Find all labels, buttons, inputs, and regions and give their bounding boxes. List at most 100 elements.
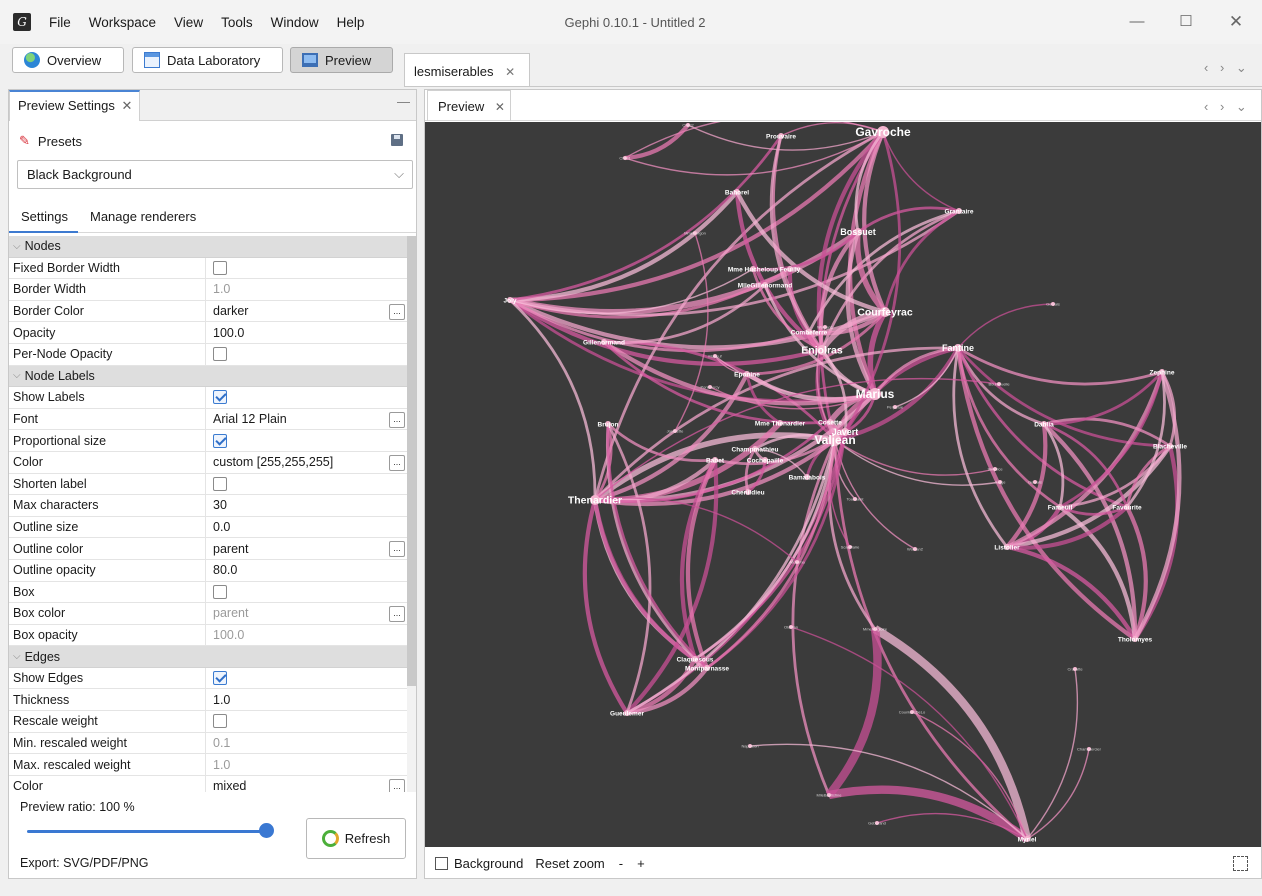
- preview-ratio-slider[interactable]: [27, 830, 267, 833]
- preview-ratio-slider-thumb[interactable]: [259, 823, 274, 838]
- property-checkbox[interactable]: [213, 671, 227, 686]
- zoom-out-button[interactable]: -: [619, 856, 623, 871]
- graph-node-label: Cravatte: [1067, 666, 1083, 671]
- network-graph[interactable]: Gavroche Prouvaire Child2 Child1 Bahorel Gran…: [425, 122, 1261, 847]
- menu-file[interactable]: File: [40, 14, 80, 32]
- preset-select[interactable]: Black Background ⌵: [17, 160, 413, 189]
- property-value[interactable]: parent: [206, 538, 248, 559]
- graph-node-label: Courfeyrac: [857, 307, 913, 319]
- ellipsis-button[interactable]: ...: [389, 454, 405, 471]
- property-checkbox-cell[interactable]: [206, 711, 227, 732]
- property-value[interactable]: Arial 12 Plain: [206, 409, 287, 430]
- graph-node-label: Eponine: [734, 371, 760, 378]
- category-nodes[interactable]: ⌵ Nodes: [9, 236, 407, 258]
- menu-workspace[interactable]: Workspace: [80, 14, 165, 32]
- property-value[interactable]: 80.0: [206, 560, 237, 581]
- property-value[interactable]: 100.0: [206, 322, 244, 343]
- graph-node-label: Gillenormand: [583, 339, 625, 346]
- workspace-nav-arrows[interactable]: ‹ › ⌄: [1204, 60, 1251, 76]
- gephi-logo-icon: G: [13, 13, 31, 31]
- property-checkbox[interactable]: [213, 390, 227, 405]
- tab-preview[interactable]: Preview ✕: [427, 90, 511, 121]
- export-label[interactable]: Export: SVG/PDF/PNG: [20, 856, 149, 870]
- refresh-button[interactable]: Refresh: [306, 818, 406, 859]
- category-edges[interactable]: ⌵ Edges: [9, 646, 407, 668]
- property-checkbox-cell[interactable]: [206, 344, 227, 365]
- property-checkbox-cell[interactable]: [206, 387, 227, 408]
- menu-tools[interactable]: Tools: [212, 14, 262, 32]
- property-name: Box: [9, 581, 206, 603]
- preview-canvas[interactable]: Gavroche Prouvaire Child2 Child1 Bahorel Gran…: [425, 122, 1261, 847]
- property-scrollbar[interactable]: [407, 236, 416, 792]
- preview-settings-close-icon[interactable]: ✕: [121, 98, 132, 113]
- property-value[interactable]: 1.0: [206, 754, 230, 775]
- workspace-tab[interactable]: lesmiserables ✕: [404, 53, 530, 87]
- property-checkbox-cell[interactable]: [206, 668, 227, 689]
- close-button[interactable]: ✕: [1216, 8, 1256, 36]
- property-checkbox-cell[interactable]: [206, 582, 227, 603]
- property-value[interactable]: custom [255,255,255]: [206, 452, 333, 473]
- chevron-down-icon: ⌵: [13, 651, 21, 663]
- menu-view[interactable]: View: [165, 14, 212, 32]
- graph-node-label: Toussaint: [847, 496, 865, 501]
- menu-help[interactable]: Help: [328, 14, 374, 32]
- property-value[interactable]: 0.1: [206, 733, 230, 754]
- ellipsis-button[interactable]: ...: [389, 303, 405, 320]
- category-node-labels[interactable]: ⌵ Node Labels: [9, 365, 407, 388]
- property-value[interactable]: mixed: [206, 776, 246, 792]
- data-laboratory-label: Data Laboratory: [167, 52, 261, 68]
- minimize-button[interactable]: —: [1117, 8, 1157, 36]
- reset-zoom-button[interactable]: Reset zoom: [535, 856, 604, 871]
- property-name: Outline color: [9, 538, 206, 559]
- property-value[interactable]: 30: [206, 495, 227, 516]
- property-checkbox[interactable]: [213, 433, 227, 448]
- property-value[interactable]: 1.0: [206, 279, 230, 300]
- fullscreen-icon[interactable]: [1233, 856, 1248, 871]
- ellipsis-button[interactable]: ...: [389, 411, 405, 428]
- property-row: Color custom [255,255,255]...: [9, 451, 407, 474]
- maximize-button[interactable]: ☐: [1166, 8, 1206, 36]
- menu-window[interactable]: Window: [262, 14, 328, 32]
- property-value[interactable]: 100.0: [206, 625, 244, 646]
- tab-manage-renderers[interactable]: Manage renderers: [78, 203, 206, 233]
- graph-edge: [882, 131, 960, 212]
- preview-tab-close-icon[interactable]: ✕: [495, 100, 505, 114]
- property-checkbox-cell[interactable]: [206, 430, 227, 451]
- property-name: Show Labels: [9, 387, 206, 408]
- chevron-down-icon: ⌵: [13, 370, 21, 382]
- ellipsis-button[interactable]: ...: [389, 778, 405, 792]
- property-value[interactable]: darker: [206, 301, 248, 322]
- property-checkbox[interactable]: [213, 260, 227, 275]
- overview-button[interactable]: Overview: [12, 47, 124, 73]
- property-checkbox[interactable]: [213, 584, 227, 599]
- zoom-in-button[interactable]: +: [637, 856, 645, 871]
- graph-node-label: MmeBurgon: [684, 230, 706, 235]
- preview-button[interactable]: Preview: [290, 47, 393, 73]
- save-preset-icon[interactable]: [391, 134, 403, 146]
- ellipsis-button[interactable]: ...: [389, 541, 405, 558]
- property-name: Min. rescaled weight: [9, 732, 206, 754]
- preview-nav-arrows[interactable]: ‹ › ⌄: [1204, 99, 1251, 115]
- graph-node-label: Champmathieu: [732, 446, 779, 453]
- data-laboratory-button[interactable]: Data Laboratory: [132, 47, 283, 73]
- property-checkbox[interactable]: [213, 347, 227, 362]
- property-checkbox-cell[interactable]: [206, 474, 227, 495]
- graph-node-label: Brujon: [598, 421, 619, 428]
- scrollbar-thumb[interactable]: [407, 236, 416, 686]
- graph-node-label: MlleBaptistine: [817, 792, 843, 797]
- property-value[interactable]: 0.0: [206, 517, 230, 538]
- property-checkbox[interactable]: [213, 476, 227, 491]
- workspace-tab-close-icon[interactable]: ✕: [505, 65, 515, 79]
- ellipsis-button[interactable]: ...: [389, 606, 405, 623]
- graph-node-label: Prouvaire: [766, 133, 796, 140]
- property-checkbox-cell[interactable]: [206, 258, 227, 279]
- property-value[interactable]: parent: [206, 603, 248, 624]
- background-checkbox[interactable]: [435, 857, 448, 870]
- property-checkbox[interactable]: [213, 714, 227, 729]
- property-value[interactable]: 1.0: [206, 689, 230, 710]
- property-name: Border Width: [9, 279, 206, 300]
- category-name: Edges: [24, 649, 61, 664]
- panel-minimize-button[interactable]: —: [397, 94, 410, 109]
- tab-preview-settings[interactable]: Preview Settings ✕: [9, 90, 140, 121]
- tab-settings[interactable]: Settings: [9, 203, 78, 233]
